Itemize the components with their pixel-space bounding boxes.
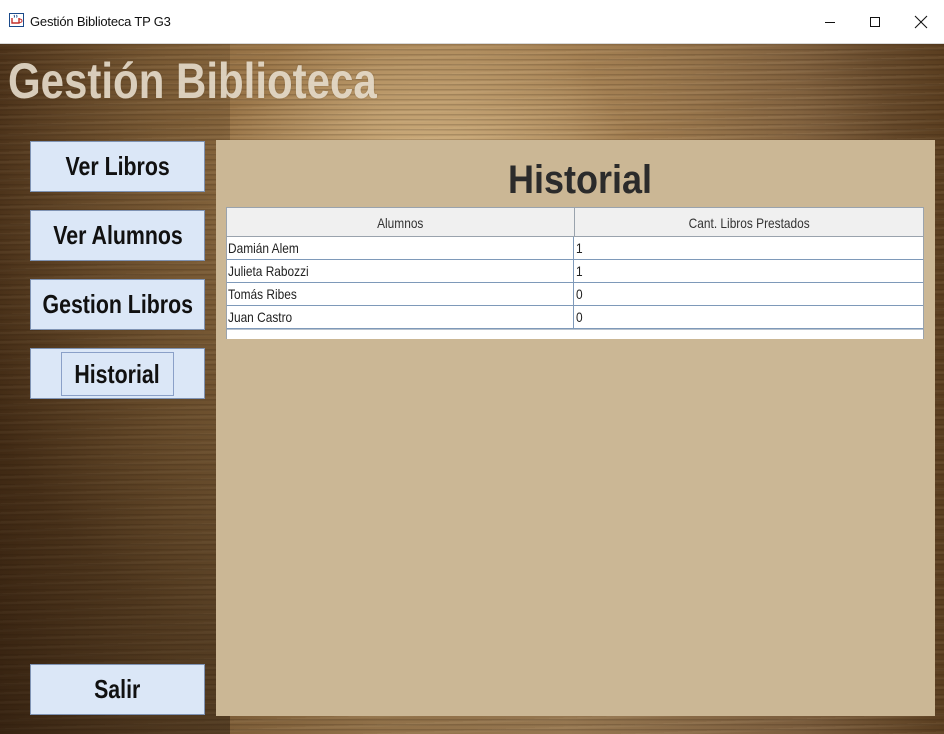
cell-alumno[interactable]: Juan Castro: [227, 306, 574, 328]
java-cup-icon: [9, 13, 24, 27]
cell-text: Juan Castro: [228, 309, 293, 325]
cell-cantidad[interactable]: 1: [575, 237, 923, 259]
table-row[interactable]: Juan Castro 0: [227, 306, 923, 329]
cell-alumno[interactable]: Damián Alem: [227, 237, 574, 259]
ver-alumnos-button[interactable]: Ver Alumnos: [30, 210, 205, 261]
cell-text: Tomás Ribes: [228, 286, 297, 302]
cell-cantidad[interactable]: 1: [575, 260, 923, 282]
focus-indicator: Historial: [61, 351, 174, 396]
table-row[interactable]: Julieta Rabozzi 1: [227, 260, 923, 283]
historial-label: Historial: [74, 358, 161, 389]
table-row[interactable]: Tomás Ribes 0: [227, 283, 923, 306]
cell-text: Julieta Rabozzi: [228, 263, 309, 279]
table-header: Alumnos Cant. Libros Prestados: [227, 208, 923, 237]
window-title: Gestión Biblioteca TP G3: [30, 14, 171, 29]
cell-cantidad[interactable]: 0: [575, 283, 923, 305]
gestion-libros-label: Gestion Libros: [42, 289, 193, 319]
cell-alumno[interactable]: Tomás Ribes: [227, 283, 574, 305]
maximize-button[interactable]: [852, 0, 898, 44]
cell-text: Damián Alem: [228, 240, 299, 256]
ver-alumnos-label: Ver Alumnos: [52, 220, 183, 250]
ver-libros-button[interactable]: Ver Libros: [30, 141, 205, 192]
close-icon: [914, 15, 928, 29]
historial-button[interactable]: Historial: [30, 348, 205, 399]
gestion-libros-button[interactable]: Gestion Libros: [30, 279, 205, 330]
cell-text: 1: [576, 240, 583, 256]
cell-text: 0: [576, 286, 583, 302]
ver-libros-label: Ver Libros: [65, 151, 170, 181]
column-header-alumnos[interactable]: Alumnos: [227, 208, 575, 236]
column-header-cant-libros[interactable]: Cant. Libros Prestados: [575, 208, 923, 236]
table-row[interactable]: Damián Alem 1: [227, 237, 923, 260]
cell-text: 1: [576, 263, 583, 279]
cell-text: 0: [576, 309, 583, 325]
maximize-icon: [870, 17, 880, 27]
table-bottom-edge: [227, 329, 923, 339]
title-bar: Gestión Biblioteca TP G3: [0, 0, 944, 44]
minimize-icon: [825, 22, 835, 23]
salir-label: Salir: [94, 674, 141, 704]
historial-table[interactable]: Alumnos Cant. Libros Prestados Damián Al…: [226, 207, 924, 339]
column-header-label: Cant. Libros Prestados: [688, 215, 810, 231]
cell-cantidad[interactable]: 0: [575, 306, 923, 328]
app-heading: Gestión Biblioteca: [8, 53, 377, 109]
cell-alumno[interactable]: Julieta Rabozzi: [227, 260, 574, 282]
salir-button[interactable]: Salir: [30, 664, 205, 715]
close-button[interactable]: [898, 0, 944, 44]
minimize-button[interactable]: [807, 0, 853, 44]
column-header-label: Alumnos: [377, 215, 424, 231]
